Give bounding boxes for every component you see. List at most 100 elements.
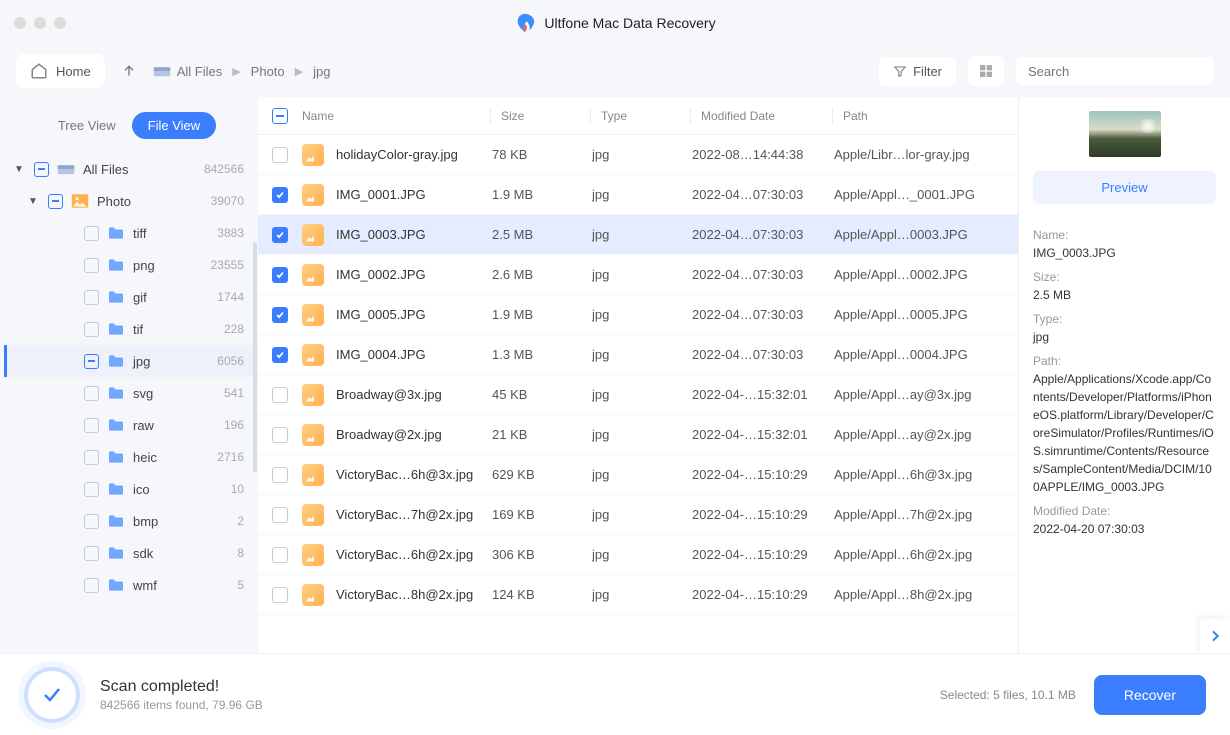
file-checkbox[interactable]: [272, 147, 288, 163]
tab-file-view[interactable]: File View: [132, 112, 217, 139]
file-checkbox[interactable]: [272, 427, 288, 443]
tree-row-jpg[interactable]: jpg 6056: [4, 345, 258, 377]
tree-row-photo[interactable]: ▼ Photo 39070: [4, 185, 258, 217]
file-row[interactable]: VictoryBac…6h@3x.jpg 629 KB jpg 2022-04-…: [258, 455, 1018, 495]
tree-toggle-icon[interactable]: ▼: [26, 196, 40, 207]
file-size: 21 KB: [492, 427, 592, 442]
file-row[interactable]: VictoryBac…6h@2x.jpg 306 KB jpg 2022-04-…: [258, 535, 1018, 575]
up-button[interactable]: [117, 59, 141, 83]
file-checkbox[interactable]: [272, 347, 288, 363]
grid-view-button[interactable]: [968, 56, 1004, 86]
arrow-up-icon: [121, 63, 137, 79]
file-row[interactable]: IMG_0005.JPG 1.9 MB jpg 2022-04…07:30:03…: [258, 295, 1018, 335]
zoom-dot[interactable]: [54, 17, 66, 29]
tree-row-raw[interactable]: raw 196: [4, 409, 258, 441]
file-checkbox[interactable]: [272, 267, 288, 283]
file-size: 124 KB: [492, 587, 592, 602]
file-row[interactable]: VictoryBac…8h@2x.jpg 124 KB jpg 2022-04-…: [258, 575, 1018, 615]
tree-checkbox[interactable]: [84, 226, 99, 241]
breadcrumb-root[interactable]: All Files: [153, 64, 223, 79]
tree-count: 196: [224, 418, 244, 432]
tree-label: bmp: [133, 514, 237, 529]
tree-row-all-files[interactable]: ▼ All Files 842566: [4, 153, 258, 185]
recover-button[interactable]: Recover: [1094, 675, 1206, 715]
tree-row-png[interactable]: png 23555: [4, 249, 258, 281]
tree-checkbox[interactable]: [84, 482, 99, 497]
tab-tree-view[interactable]: Tree View: [42, 112, 132, 139]
tree-toggle-icon[interactable]: ▼: [12, 164, 26, 175]
header-checkbox[interactable]: [272, 108, 288, 124]
file-date: 2022-04…07:30:03: [692, 307, 834, 322]
tree-row-wmf[interactable]: wmf 5: [4, 569, 258, 601]
file-row[interactable]: VictoryBac…7h@2x.jpg 169 KB jpg 2022-04-…: [258, 495, 1018, 535]
preview-button[interactable]: Preview: [1033, 171, 1216, 204]
tree-row-tiff[interactable]: tiff 3883: [4, 217, 258, 249]
filter-icon: [893, 64, 907, 78]
meta-type: jpg: [1033, 328, 1216, 346]
window-controls[interactable]: [14, 17, 66, 29]
search-input[interactable]: [1028, 64, 1204, 79]
file-checkbox[interactable]: [272, 187, 288, 203]
col-size[interactable]: Size: [490, 108, 590, 124]
tree-checkbox[interactable]: [84, 354, 99, 369]
col-type[interactable]: Type: [590, 108, 690, 124]
tree-row-tif[interactable]: tif 228: [4, 313, 258, 345]
tree-checkbox[interactable]: [84, 578, 99, 593]
col-name[interactable]: Name: [302, 109, 490, 123]
tree-checkbox[interactable]: [34, 162, 49, 177]
tree-checkbox[interactable]: [84, 418, 99, 433]
file-size: 78 KB: [492, 147, 592, 162]
meta-date-label: Modified Date:: [1033, 502, 1216, 520]
tree-count: 10: [231, 482, 244, 496]
expand-panel-button[interactable]: [1200, 619, 1230, 653]
file-row[interactable]: IMG_0001.JPG 1.9 MB jpg 2022-04…07:30:03…: [258, 175, 1018, 215]
breadcrumb-1[interactable]: Photo: [251, 64, 285, 79]
file-size: 1.3 MB: [492, 347, 592, 362]
folder-icon: [71, 194, 89, 208]
col-path[interactable]: Path: [832, 108, 1018, 124]
tree-checkbox[interactable]: [48, 194, 63, 209]
breadcrumb-2[interactable]: jpg: [313, 64, 330, 79]
file-path: Apple/Libr…lor-gray.jpg: [834, 147, 1018, 162]
file-row[interactable]: Broadway@2x.jpg 21 KB jpg 2022-04-…15:32…: [258, 415, 1018, 455]
tree-checkbox[interactable]: [84, 514, 99, 529]
tree-checkbox[interactable]: [84, 258, 99, 273]
file-checkbox[interactable]: [272, 547, 288, 563]
file-row[interactable]: IMG_0004.JPG 1.3 MB jpg 2022-04…07:30:03…: [258, 335, 1018, 375]
file-row[interactable]: IMG_0002.JPG 2.6 MB jpg 2022-04…07:30:03…: [258, 255, 1018, 295]
search-box[interactable]: [1016, 57, 1214, 85]
file-row[interactable]: Broadway@3x.jpg 45 KB jpg 2022-04-…15:32…: [258, 375, 1018, 415]
tree-row-ico[interactable]: ico 10: [4, 473, 258, 505]
tree-row-gif[interactable]: gif 1744: [4, 281, 258, 313]
filter-button[interactable]: Filter: [879, 57, 956, 86]
tree-row-svg[interactable]: svg 541: [4, 377, 258, 409]
tree-checkbox[interactable]: [84, 450, 99, 465]
tree-count: 2: [237, 514, 244, 528]
close-dot[interactable]: [14, 17, 26, 29]
tree-row-heic[interactable]: heic 2716: [4, 441, 258, 473]
col-date[interactable]: Modified Date: [690, 108, 832, 124]
file-date: 2022-04-…15:32:01: [692, 387, 834, 402]
image-icon: [302, 224, 324, 246]
tree-checkbox[interactable]: [84, 290, 99, 305]
tree-label: wmf: [133, 578, 237, 593]
minimize-dot[interactable]: [34, 17, 46, 29]
file-checkbox[interactable]: [272, 587, 288, 603]
file-row[interactable]: IMG_0003.JPG 2.5 MB jpg 2022-04…07:30:03…: [258, 215, 1018, 255]
file-path: Apple/Appl…ay@2x.jpg: [834, 427, 1018, 442]
file-checkbox[interactable]: [272, 507, 288, 523]
file-checkbox[interactable]: [272, 307, 288, 323]
home-button[interactable]: Home: [16, 54, 105, 88]
tree-checkbox[interactable]: [84, 386, 99, 401]
tree-row-bmp[interactable]: bmp 2: [4, 505, 258, 537]
file-row[interactable]: holidayColor-gray.jpg 78 KB jpg 2022-08……: [258, 135, 1018, 175]
file-checkbox[interactable]: [272, 467, 288, 483]
file-checkbox[interactable]: [272, 387, 288, 403]
file-type: jpg: [592, 507, 692, 522]
tree-label: ico: [133, 482, 231, 497]
tree-checkbox[interactable]: [84, 322, 99, 337]
tree-row-sdk[interactable]: sdk 8: [4, 537, 258, 569]
app-title-text: Ultfone Mac Data Recovery: [544, 15, 715, 31]
tree-checkbox[interactable]: [84, 546, 99, 561]
file-checkbox[interactable]: [272, 227, 288, 243]
